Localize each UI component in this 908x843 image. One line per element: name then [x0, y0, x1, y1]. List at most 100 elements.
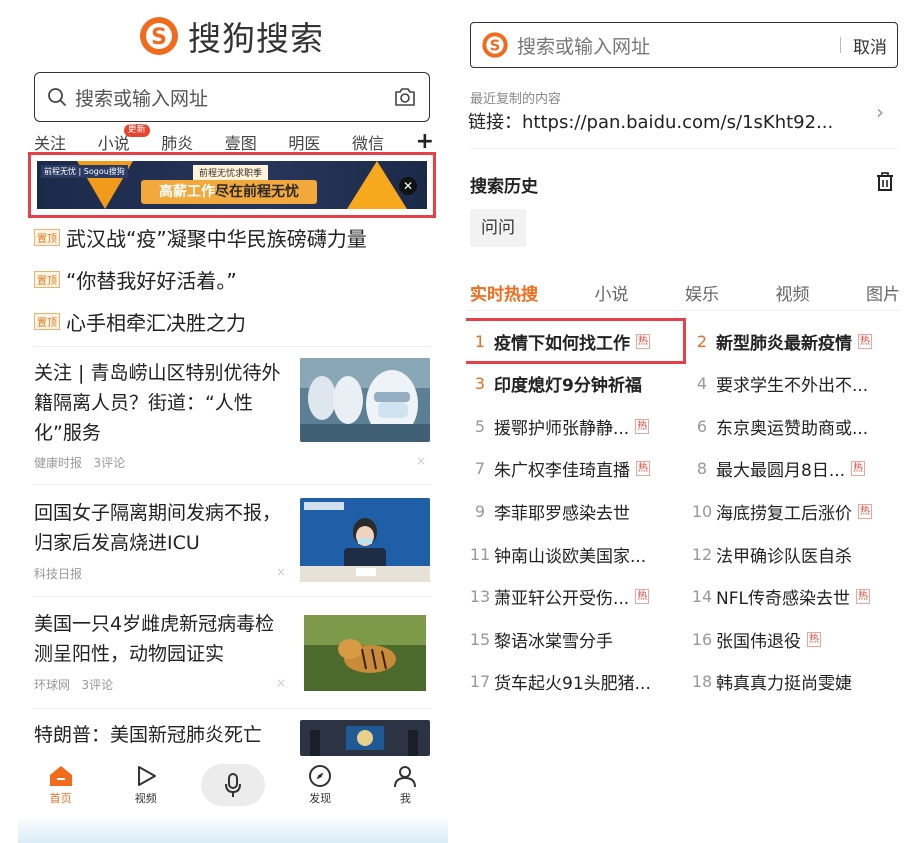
channel-wechat[interactable]: 微信: [352, 130, 384, 154]
hot-rank: 8: [696, 459, 708, 479]
news-item[interactable]: 关注 | 青岛崂山区特别优待外籍隔离人员？街道：“人性化”服务: [34, 358, 290, 448]
tab-images[interactable]: 图片: [866, 280, 900, 305]
hot-text: 海底捞复工后涨价: [716, 503, 852, 524]
pinned-tag: 置顶: [34, 270, 60, 288]
camera-icon[interactable]: [393, 86, 417, 108]
chevron-right-icon[interactable]: ›: [876, 100, 884, 124]
trash-icon[interactable]: [876, 172, 894, 192]
news-source: 环球网: [34, 678, 71, 692]
cancel-button[interactable]: 取消: [853, 33, 887, 58]
hot-badge: 热: [635, 418, 650, 434]
hot-rank: 13: [469, 587, 491, 607]
hot-text: 最大最圆月8日...: [716, 461, 846, 482]
hot-text: 印度熄灯9分钟祈福: [494, 376, 642, 397]
dismiss-icon[interactable]: ×: [416, 454, 426, 468]
hot-text: 东京奥运赞助商或...: [716, 418, 869, 439]
hot-text: NFL传奇感染去世: [716, 589, 850, 610]
hot-item[interactable]: 18 韩真真力挺尚雯婕: [688, 668, 902, 696]
hot-rank: 6: [696, 416, 708, 436]
dismiss-icon[interactable]: ×: [276, 676, 286, 690]
user-icon: [394, 766, 417, 788]
briefing-image: [300, 720, 430, 756]
tab-entertainment[interactable]: 娱乐: [685, 280, 719, 305]
news-source: 科技日报: [34, 567, 83, 581]
hot-badge: 热: [635, 589, 650, 605]
news-meta: 健康时报 3评论: [34, 454, 125, 471]
hot-text: 朱广权李佳琦直播: [494, 461, 630, 482]
hot-item[interactable]: 8 最大最圆月8日... 热: [688, 455, 902, 483]
search-input[interactable]: 搜索或输入网址: [34, 72, 430, 122]
tab-home[interactable]: 首页: [31, 756, 91, 806]
news-item[interactable]: 特朗普：美国新冠肺炎死亡: [34, 720, 290, 756]
hot-badge: 热: [807, 631, 821, 647]
news-item[interactable]: 回国女子隔离期间发病不报，归家后发高烧进ICU: [34, 498, 290, 558]
hot-badge: 热: [855, 589, 870, 605]
hot-item[interactable]: 4 要求学生不外出不...: [688, 370, 902, 398]
channel-pneumonia[interactable]: 肺炎: [161, 130, 193, 154]
tab-video[interactable]: 视频: [776, 280, 810, 305]
news-meta: 科技日报: [34, 565, 82, 582]
hot-item[interactable]: 2 新型肺炎最新疫情热: [688, 327, 902, 355]
hot-item[interactable]: 6 东京奥运赞助商或...: [688, 412, 902, 440]
hot-rank: 1: [474, 331, 486, 351]
tab-novel[interactable]: 小说: [595, 280, 629, 305]
hot-item[interactable]: 15 黎语冰棠雪分手: [466, 625, 680, 653]
news-item[interactable]: 美国一只4岁雌虎新冠病毒检测呈阳性，动物园证实: [34, 609, 290, 669]
hot-rank: 2: [696, 331, 708, 351]
tab-discover[interactable]: 发现: [290, 756, 350, 806]
copied-link[interactable]: 链接：https://pan.baidu.com/s/1sKht92...: [468, 108, 868, 134]
update-badge: 更新: [123, 124, 150, 137]
pinned-item[interactable]: 置顶 “你替我好好活着。”: [34, 264, 434, 294]
hot-text: 黎语冰棠雪分手: [494, 631, 613, 652]
hot-badge: 热: [858, 333, 872, 349]
hot-item[interactable]: 3 印度熄灯9分钟祈福: [466, 370, 680, 398]
add-channel-button[interactable]: +: [416, 131, 434, 153]
search-input[interactable]: S 搜索或输入网址 取消: [470, 22, 898, 68]
hot-item[interactable]: 17 货车起火91头肥猪...: [466, 668, 680, 696]
hot-text: 要求学生不外出不...: [716, 376, 869, 397]
hot-rank: 12: [691, 544, 713, 564]
logo-text: 搜狗搜索: [188, 19, 324, 58]
tab-video[interactable]: 视频: [116, 756, 176, 806]
hot-text: 援鄂护师张静静...: [494, 418, 630, 439]
hot-badge: 热: [636, 333, 650, 349]
compass-icon: [309, 765, 332, 787]
hot-badge: 热: [851, 461, 866, 477]
hot-item[interactable]: 11 钟南山谈欧美国家...: [466, 540, 680, 568]
pinned-title: 武汉战“疫”凝聚中华民族磅礴力量: [66, 226, 367, 251]
tab-me[interactable]: 我: [375, 756, 435, 806]
hot-item[interactable]: 16 张国伟退役热: [688, 625, 902, 653]
bottom-tab-bar: 首页 视频 发现 我: [18, 756, 448, 816]
hot-item[interactable]: 7 朱广权李佳琦直播热: [466, 455, 680, 483]
hot-item[interactable]: 13 萧亚轩公开受伤... 热: [466, 583, 680, 611]
channel-mingyi[interactable]: 明医: [288, 130, 320, 154]
hot-tabs: 实时热搜 小说 娱乐 视频 图片: [470, 280, 900, 305]
hot-item[interactable]: 10 海底捞复工后涨价热: [688, 497, 902, 525]
hot-text: 李菲耶罗感染去世: [494, 503, 630, 524]
news-comments: 3评论: [93, 456, 126, 470]
pinned-item[interactable]: 置顶 心手相牵汇决胜之力: [34, 306, 434, 336]
hot-text: 张国伟退役: [716, 631, 801, 652]
tab-realtime-hot[interactable]: 实时热搜: [470, 280, 538, 305]
hot-item[interactable]: 14 NFL传奇感染去世热: [688, 583, 902, 611]
channel-yitu[interactable]: 壹图: [225, 130, 257, 154]
ad-close-icon[interactable]: ✕: [399, 177, 417, 195]
history-chip[interactable]: 问问: [470, 209, 526, 247]
news-title: 特朗普：美国新冠肺炎死亡: [34, 724, 263, 746]
hot-item[interactable]: 12 法甲确诊队医自杀: [688, 540, 902, 568]
dismiss-icon[interactable]: ×: [276, 565, 286, 579]
hot-rank: 18: [691, 672, 713, 692]
hot-text: 法甲确诊队医自杀: [716, 546, 852, 567]
ad-headline: 高薪工作尽在前程无忧: [141, 180, 317, 204]
pinned-item[interactable]: 置顶 武汉战“疫”凝聚中华民族磅礴力量: [34, 222, 434, 252]
ad-banner[interactable]: 前程无忧 | Sogou搜狗 前程无忧求职季 高薪工作尽在前程无忧 ✕: [37, 161, 427, 209]
hot-item[interactable]: 5 援鄂护师张静静... 热: [466, 412, 680, 440]
channel-follow[interactable]: 关注: [34, 130, 66, 154]
hot-item[interactable]: 9 李菲耶罗感染去世: [466, 497, 680, 525]
hot-text: 萧亚轩公开受伤...: [494, 589, 630, 610]
hot-item[interactable]: 1 疫情下如何找工作热: [466, 327, 680, 355]
hot-rank: 11: [469, 544, 491, 564]
hot-rank: 10: [691, 501, 713, 521]
voice-search-button[interactable]: [200, 764, 265, 806]
channel-novel[interactable]: 小说 更新: [98, 124, 150, 154]
